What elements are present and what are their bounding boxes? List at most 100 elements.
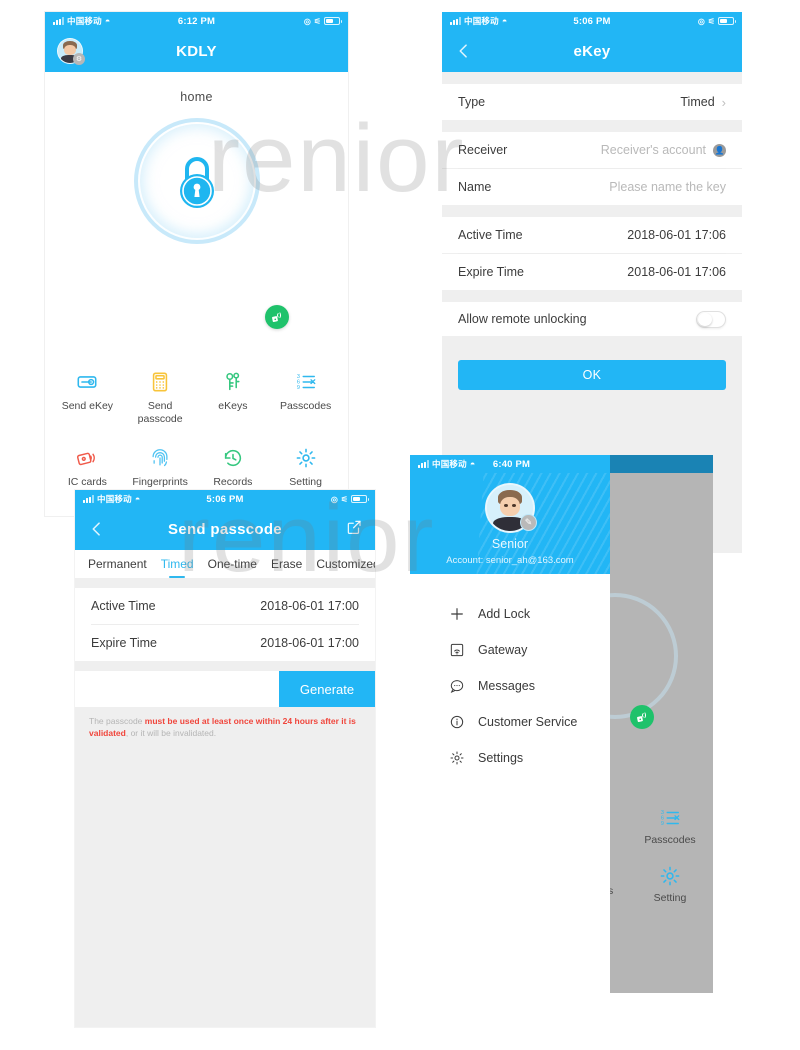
nav-bar: Send passcode <box>75 508 375 550</box>
avatar-badge-icon: ⚙ <box>73 53 85 65</box>
tile-records[interactable]: Records <box>197 440 270 495</box>
tab-erase[interactable]: Erase <box>264 550 309 578</box>
profile-name: Senior <box>491 537 529 551</box>
svg-text:9: 9 <box>661 821 664 827</box>
tile-fingerprints[interactable]: Fingerprints <box>124 440 197 495</box>
tab-timed[interactable]: Timed <box>154 550 201 578</box>
tile-passcodes[interactable]: 369 Passcodes <box>269 364 342 432</box>
avatar[interactable]: ✎ <box>485 483 537 533</box>
send-passcode-body: Permanent Timed One-time Erase Customize… <box>75 550 375 1027</box>
lock-name-label: home <box>180 90 213 104</box>
send-ekey-icon <box>75 370 99 394</box>
edit-icon[interactable]: ✎ <box>520 514 537 531</box>
drawer-panel: ✎ Senior Account: senior_ah@163.com Add … <box>410 473 610 993</box>
section-gap <box>442 205 742 217</box>
passcodes-icon: 369 <box>661 810 680 827</box>
back-arrow-icon[interactable] <box>87 518 109 540</box>
row-label: Type <box>458 95 486 109</box>
menu-item-settings[interactable]: Settings <box>410 740 610 776</box>
tab-customized[interactable]: Customized <box>309 550 375 578</box>
gateway-icon <box>448 641 466 659</box>
ok-button[interactable]: OK <box>458 360 726 390</box>
tab-label: One-time <box>207 557 257 571</box>
tile-label: Send eKey <box>61 400 114 412</box>
page-title: KDLY <box>176 42 217 60</box>
nav-bar: ⚙ KDLY <box>45 30 348 72</box>
profile-account: Account: senior_ah@163.com <box>446 555 574 566</box>
tile-send-ekey[interactable]: Send eKey <box>51 364 124 432</box>
status-right: ◎ ⚟ <box>698 17 736 26</box>
menu-item-add-lock[interactable]: Add Lock <box>410 596 610 632</box>
row-expire-time[interactable]: Expire Time 2018-06-01 17:06 <box>442 254 742 290</box>
message-icon <box>448 677 466 695</box>
row-label: Name <box>458 180 492 194</box>
feature-grid: Send eKey Send passcode eKeys 3 6 9 Pass… <box>45 364 348 495</box>
menu-item-messages[interactable]: Messages <box>410 668 610 704</box>
page-title: Send passcode <box>168 520 282 538</box>
tile-ic-cards[interactable]: IC cards <box>51 440 124 495</box>
tile-label: Records <box>213 476 253 489</box>
receiver-input-placeholder[interactable]: Receiver's account <box>601 143 706 157</box>
row-value: Timed › <box>680 95 726 110</box>
row-label: Expire Time <box>91 636 157 650</box>
row-active-time[interactable]: Active Time 2018-06-01 17:00 <box>75 588 375 624</box>
battery-icon <box>324 17 342 25</box>
section-gap <box>442 290 742 302</box>
tile-label: Passcodes <box>279 400 332 412</box>
menu-item-customer-service[interactable]: Customer Service <box>410 704 610 740</box>
gear-icon <box>660 866 680 886</box>
row-name[interactable]: Name Please name the key <box>442 169 742 205</box>
tile-setting[interactable]: Setting <box>269 440 342 495</box>
passcode-name-input[interactable] <box>75 671 279 707</box>
dimmed-tile-setting: Setting <box>635 865 705 904</box>
row-expire-time[interactable]: Expire Time 2018-06-01 17:00 <box>75 625 375 661</box>
phone-screen-drawer: 中国移动 ◓ 6:40 PM ◎ ⚟ <box>410 455 713 993</box>
name-input-placeholder[interactable]: Please name the key <box>609 180 726 194</box>
gateway-signal-icon <box>630 705 654 729</box>
fingerprint-icon <box>148 446 172 470</box>
dimmed-backdrop[interactable]: s 369 Passcodes Setting <box>610 473 713 993</box>
tile-label: Passcodes <box>644 834 696 846</box>
generate-button[interactable]: Generate <box>279 671 375 707</box>
row-value: 2018-06-01 17:06 <box>627 228 726 242</box>
tab-label: Permanent <box>88 557 147 571</box>
page-title: eKey <box>573 42 611 60</box>
plus-icon <box>448 605 466 623</box>
row-label: Active Time <box>458 228 523 242</box>
row-active-time[interactable]: Active Time 2018-06-01 17:06 <box>442 217 742 253</box>
unlock-button[interactable] <box>133 118 260 244</box>
menu-item-gateway[interactable]: Gateway <box>410 632 610 668</box>
menu-item-label: Settings <box>478 751 524 765</box>
row-type[interactable]: Type Timed › <box>442 84 742 120</box>
section-gap <box>442 336 742 346</box>
share-icon[interactable] <box>345 518 363 541</box>
row-value-text: Timed <box>680 95 715 109</box>
records-icon <box>221 446 245 470</box>
gateway-signal-icon[interactable] <box>265 305 289 329</box>
nav-bar: eKey <box>442 30 742 72</box>
tile-ekeys[interactable]: eKeys <box>197 364 270 432</box>
row-allow-remote-unlocking[interactable]: Allow remote unlocking <box>442 302 742 336</box>
tile-label: Setting <box>289 476 322 489</box>
row-receiver[interactable]: Receiver Receiver's account 👤 <box>442 132 742 168</box>
svg-text:9: 9 <box>296 385 299 391</box>
tab-one-time[interactable]: One-time <box>201 550 264 578</box>
status-bar: 中国移动 ◓ 6:12 PM ◎ ⚟ <box>45 12 348 30</box>
passcode-type-tabs: Permanent Timed One-time Erase Customize… <box>75 550 375 578</box>
generate-row: Generate <box>75 671 375 707</box>
avatar[interactable]: ⚙ <box>57 38 85 65</box>
account-icon[interactable]: 👤 <box>713 143 726 157</box>
bluetooth-icon: ⚟ <box>313 16 321 26</box>
tile-send-passcode[interactable]: Send passcode <box>124 364 197 432</box>
back-arrow-icon[interactable] <box>454 40 476 62</box>
battery-icon <box>351 495 369 503</box>
tab-label: Timed <box>160 557 194 571</box>
phone-screen-send-passcode: 中国移动 ◓ 5:06 PM ◎ ⚟ Send passcode Permane… <box>75 490 375 1027</box>
remote-unlock-toggle[interactable] <box>696 310 726 328</box>
tab-permanent[interactable]: Permanent <box>81 550 154 578</box>
tile-label: Send passcode <box>137 400 183 426</box>
menu-item-label: Gateway <box>478 643 528 657</box>
tile-label: Fingerprints <box>132 476 188 489</box>
passcode-note: The passcode must be used at least once … <box>75 707 375 740</box>
send-passcode-icon <box>148 370 172 394</box>
